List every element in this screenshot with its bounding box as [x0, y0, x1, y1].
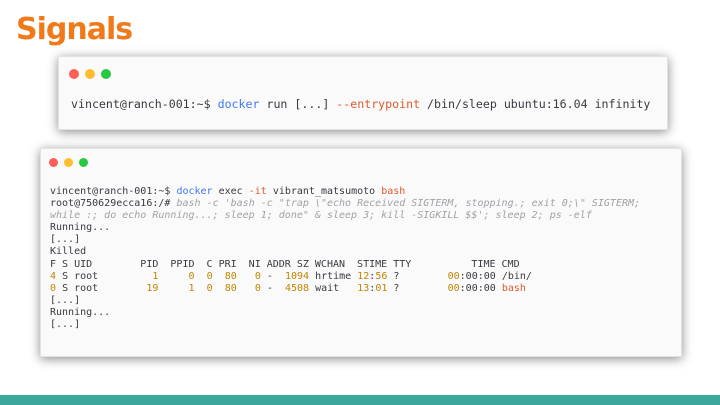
command-comment-line2: while :; do echo Running...; sleep 1; do… — [50, 210, 592, 222]
entrypoint-flag: --entrypoint — [336, 97, 421, 111]
terminal-window-run: vincent@ranch-001:~$ docker run [...] --… — [58, 56, 668, 130]
terminal-output: vincent@ranch-001:~$ docker exec -it vib… — [50, 186, 640, 331]
window-controls — [69, 69, 111, 79]
output-line: Running... — [50, 222, 111, 234]
subcommand: run — [266, 97, 288, 111]
close-dot-icon — [69, 69, 79, 79]
output-line: [...] — [50, 294, 81, 306]
terminal-window-exec: vincent@ranch-001:~$ docker exec -it vib… — [40, 148, 682, 357]
command-name: docker — [176, 186, 213, 197]
output-line: Killed — [50, 246, 87, 258]
interactive-flag: -it — [248, 186, 267, 197]
bottom-accent-bar — [0, 395, 720, 405]
maximize-dot-icon — [101, 69, 111, 79]
command-name: docker — [217, 97, 260, 111]
ps-row: 0 S root 19 1 0 80 0 - 4508 wait 13:01 ?… — [50, 282, 526, 294]
close-dot-icon — [49, 158, 58, 167]
terminal-output: vincent@ranch-001:~$ docker run [...] --… — [71, 97, 650, 112]
minimize-dot-icon — [64, 158, 73, 167]
shell-name: bash — [381, 186, 406, 197]
command-comment-line1: bash -c 'bash -c "trap \"echo Received S… — [176, 198, 641, 210]
ellipsis: [...] — [294, 97, 330, 111]
output-line: [...] — [50, 319, 81, 331]
shell-prompt: vincent@ranch-001:~$ — [71, 97, 211, 111]
shell-prompt: vincent@ranch-001:~$ — [50, 186, 171, 197]
root-prompt: root@750629ecca16:/# — [50, 198, 171, 210]
output-line: [...] — [50, 234, 81, 246]
subcommand: exec — [218, 186, 243, 197]
ps-row: 4 S root 1 0 0 80 0 - 1094 hrtime 12:56 … — [50, 270, 532, 282]
window-controls — [49, 158, 88, 167]
minimize-dot-icon — [85, 69, 95, 79]
output-line: Running... — [50, 306, 111, 318]
maximize-dot-icon — [79, 158, 88, 167]
container-name: vibrant_matsumoto — [272, 186, 376, 197]
ps-header: F S UID PID PPID C PRI NI ADDR SZ WCHAN … — [50, 258, 520, 270]
slide-title: Signals — [16, 12, 133, 47]
command-args: /bin/sleep ubuntu:16.04 infinity — [427, 97, 651, 111]
